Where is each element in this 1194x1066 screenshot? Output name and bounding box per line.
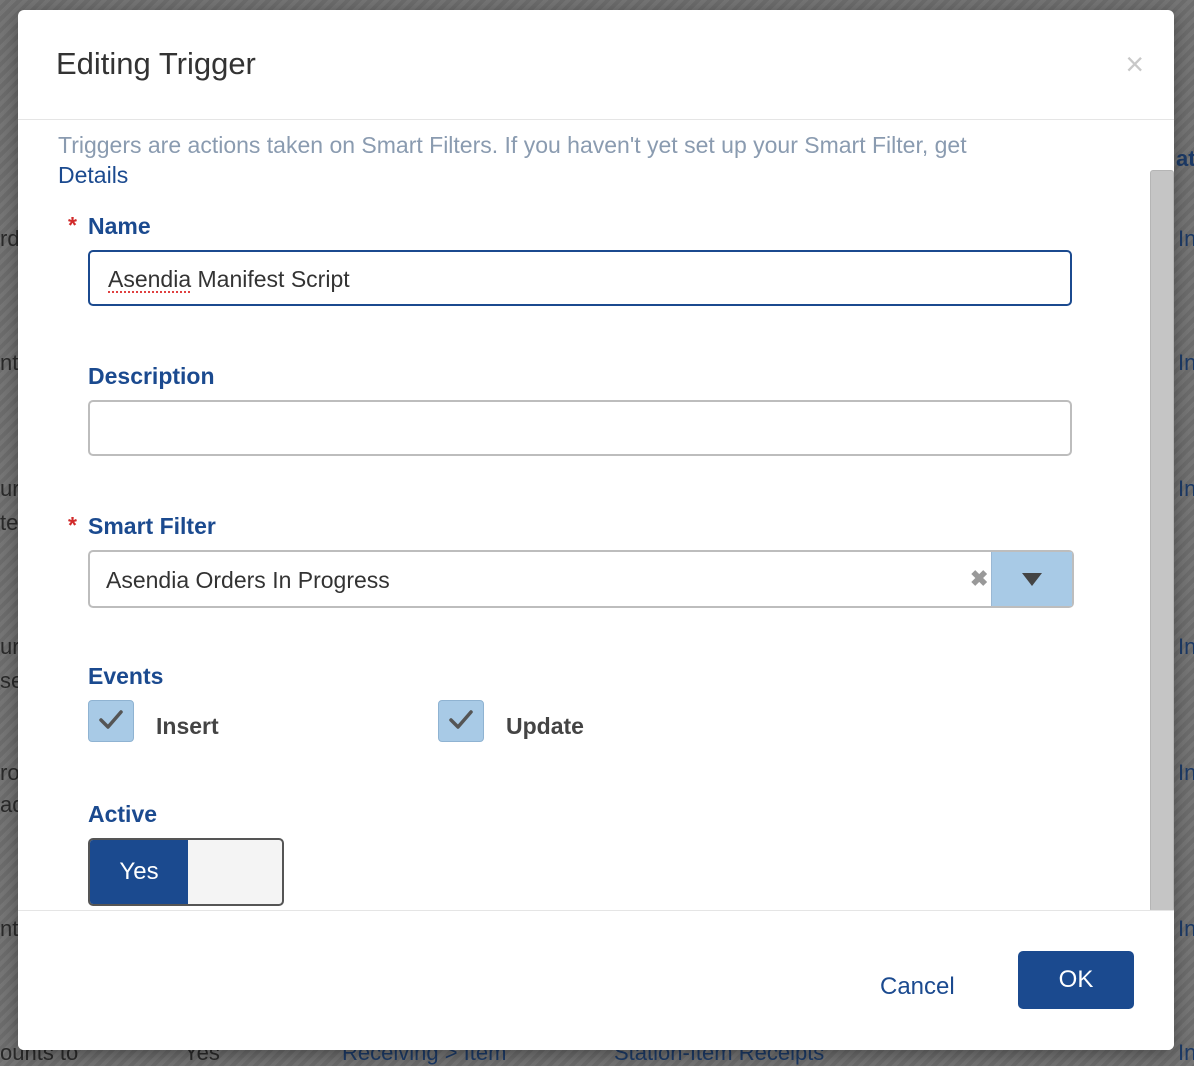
smart-filter-value: Asendia Orders In Progress (106, 567, 390, 593)
description-input[interactable] (88, 400, 1072, 456)
smart-filter-label: Smart Filter (88, 513, 216, 539)
bg-row-text: In (1178, 760, 1194, 785)
ok-button[interactable]: OK (1018, 951, 1134, 1009)
details-link[interactable]: Details (58, 162, 128, 188)
active-toggle-yes: Yes (90, 840, 188, 904)
bg-row-text: nt (0, 350, 19, 375)
checkmark-icon (99, 710, 123, 729)
bg-row-text: ur (0, 634, 20, 659)
bg-row-text: ro (0, 760, 20, 785)
smart-filter-select[interactable]: Asendia Orders In Progress ✖ (88, 550, 1074, 608)
required-marker: * (68, 212, 77, 238)
dialog-title: Editing Trigger (56, 46, 256, 81)
clear-selection-icon[interactable]: ✖ (970, 566, 988, 592)
dialog-footer: Cancel OK (18, 910, 1174, 1050)
update-checkbox[interactable] (438, 700, 484, 742)
bg-row-text: nt (0, 916, 19, 941)
intro-text: Triggers are actions taken on Smart Filt… (58, 132, 967, 158)
checkmark-icon (449, 710, 473, 729)
events-label: Events (88, 663, 164, 689)
bg-row-text: In (1178, 1040, 1194, 1065)
dialog-header: Editing Trigger × (18, 10, 1174, 120)
bg-row-text: ur (0, 476, 20, 501)
name-input[interactable]: Asendia Manifest Script (88, 250, 1072, 306)
bg-row-text: In (1178, 476, 1194, 501)
bg-header-text: ate (1176, 146, 1194, 171)
description-label: Description (88, 363, 215, 389)
required-marker: * (68, 512, 77, 538)
insert-checkbox-label[interactable]: Insert (156, 713, 219, 740)
chevron-down-icon (1022, 573, 1042, 586)
dropdown-toggle-button[interactable] (991, 552, 1072, 606)
close-icon[interactable]: × (1125, 48, 1144, 80)
active-label: Active (88, 801, 158, 827)
dialog-scrollbar[interactable] (1150, 170, 1174, 912)
bg-row-text: In (1178, 634, 1194, 659)
active-toggle[interactable]: Yes (88, 838, 284, 906)
bg-row-text: In (1178, 350, 1194, 375)
bg-row-text: rd (0, 226, 20, 251)
bg-row-text: In (1178, 226, 1194, 251)
bg-row-text: te (0, 510, 19, 535)
bg-row-text: In (1178, 916, 1194, 941)
insert-checkbox[interactable] (88, 700, 134, 742)
update-checkbox-label[interactable]: Update (506, 713, 584, 740)
editing-trigger-dialog: Editing Trigger × Triggers are actions t… (18, 10, 1174, 1050)
cancel-button[interactable]: Cancel (880, 973, 955, 1001)
name-label: Name (88, 213, 151, 239)
name-input-value: Asendia Manifest Script (108, 266, 350, 292)
intro-text-block: Triggers are actions taken on Smart Filt… (58, 130, 1108, 190)
